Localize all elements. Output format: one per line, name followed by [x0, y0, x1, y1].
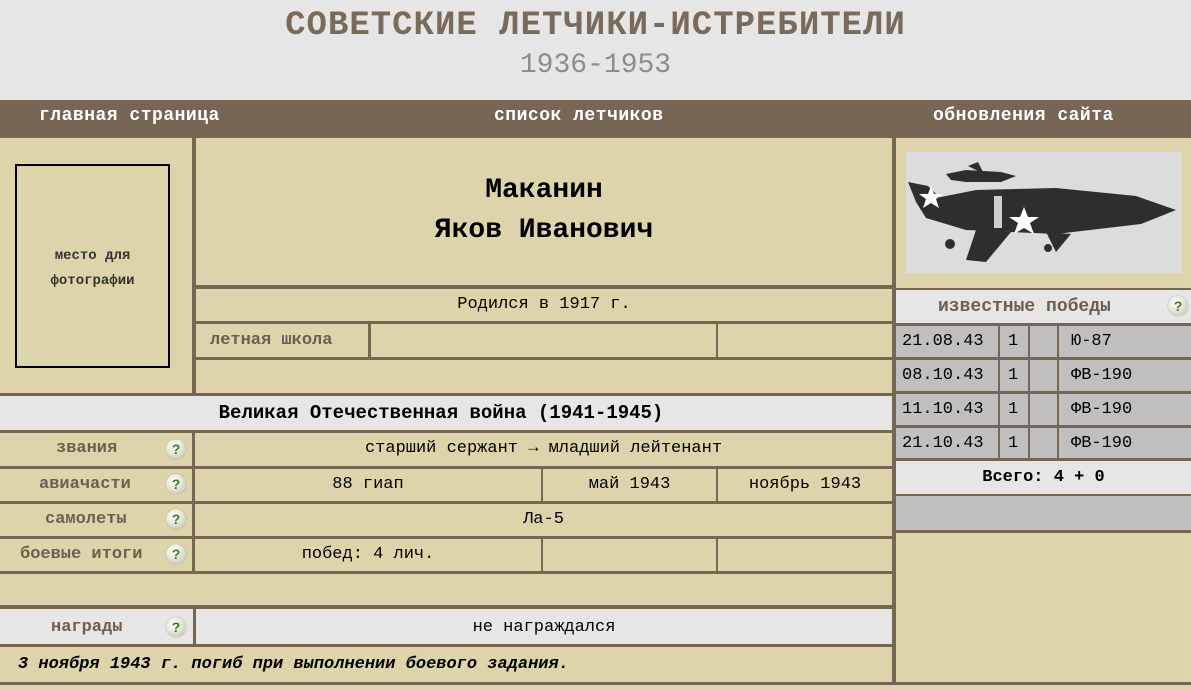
site-title: СОВЕТСКИЕ ЛЕТЧИКИ-ИСТРЕБИТЕЛИ — [285, 7, 906, 45]
victory-aircraft-type: ФВ-190 — [1071, 434, 1133, 453]
results-value: побед: 4 лич. — [301, 545, 435, 564]
flight-school-label: летная школа — [210, 331, 333, 350]
pilot-given-names: Яков Иванович — [434, 215, 654, 246]
victory-date: 08.10.43 — [902, 366, 984, 385]
victory-date: 21.10.43 — [902, 434, 984, 453]
ranks-value: старший сержант → младший лейтенант — [364, 439, 723, 458]
results-help-icon[interactable]: ? — [166, 544, 186, 564]
victory-aircraft-type: ФВ-190 — [1071, 366, 1133, 385]
victory-aircraft-type: Ю-87 — [1071, 332, 1112, 351]
site-header: СОВЕТСКИЕ ЛЕТЧИКИ-ИСТРЕБИТЕЛИ 1936-1953 — [0, 0, 1191, 100]
awards-value: не награждался — [472, 618, 616, 637]
unit-name[interactable]: 88 гиап — [195, 475, 541, 495]
victory-count: 1 — [1008, 400, 1019, 419]
top-nav: главная страница список летчиков обновле… — [0, 100, 1191, 138]
victory-count: 1 — [1008, 434, 1019, 453]
victories-footer — [896, 496, 1191, 530]
nav-pilots-link[interactable]: список летчиков — [494, 100, 664, 138]
site-years: 1936-1953 — [519, 50, 672, 81]
victory-count: 1 — [1008, 366, 1019, 385]
units-help-icon[interactable]: ? — [166, 474, 186, 494]
victories-help-icon[interactable]: ? — [1168, 296, 1188, 316]
pilot-surname: Маканин — [485, 175, 603, 206]
nav-updates-link[interactable]: обновления сайта — [933, 100, 1114, 138]
victories-title: известные победы — [938, 297, 1111, 317]
planes-help-icon[interactable]: ? — [166, 509, 186, 529]
photo-placeholder-text: место для фотографии — [50, 248, 135, 289]
awards-help-icon[interactable]: ? — [166, 617, 186, 637]
awards-label: награды — [51, 618, 123, 637]
ranks-help-icon[interactable]: ? — [166, 439, 186, 459]
birth-info: Родился в 1917 г. — [457, 295, 631, 314]
victory-aircraft-type: ФВ-190 — [1071, 400, 1133, 419]
results-label: боевые итоги — [20, 545, 143, 564]
victory-date: 21.08.43 — [902, 332, 984, 351]
fate-text: 3 ноября 1943 г. погиб при выполнении бо… — [18, 655, 569, 674]
war-title: Великая Отечественная война (1941-1945) — [218, 402, 664, 424]
ranks-label: звания — [56, 439, 118, 458]
unit-from: май 1943 — [588, 475, 671, 494]
aircraft-photo — [906, 152, 1182, 273]
victories-total: Всего: 4 + 0 — [982, 468, 1105, 487]
nav-home-link[interactable]: главная страница — [39, 100, 220, 138]
photo-placeholder: место для фотографии — [15, 164, 170, 368]
planes-value: Ла-5 — [523, 510, 564, 529]
planes-label: самолеты — [45, 510, 127, 529]
sidebar-empty-block — [896, 533, 1191, 682]
victory-date: 11.10.43 — [902, 400, 984, 419]
units-label: авиачасти — [39, 475, 131, 494]
victory-count: 1 — [1008, 332, 1019, 351]
unit-to: ноябрь 1943 — [748, 475, 862, 494]
